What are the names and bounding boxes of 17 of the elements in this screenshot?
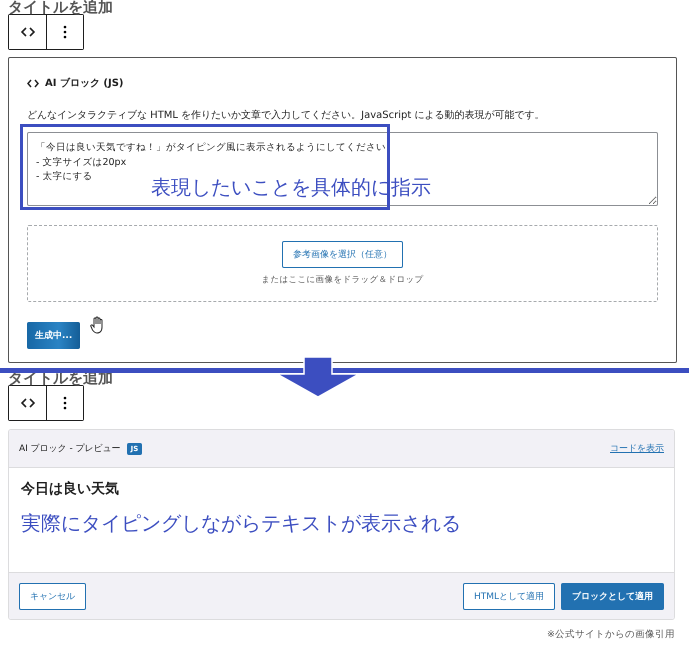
show-code-link[interactable]: コードを表示 (610, 442, 664, 455)
select-image-button[interactable]: 参考画像を選択（任意） (282, 241, 403, 268)
more-icon[interactable] (46, 15, 83, 49)
preview-heading: AI ブロック - プレビュー (19, 442, 121, 455)
drop-hint: またはここに画像をドラッグ＆ドロップ (262, 274, 424, 286)
preview-output: 今日は良い天気 (21, 480, 120, 498)
code-icon (27, 78, 39, 88)
more-icon[interactable] (46, 386, 83, 420)
action-button[interactable]: ブロックとして適用 (561, 582, 664, 610)
action-button[interactable]: HTMLとして適用 (462, 582, 555, 610)
description: どんなインタラクティブな HTML を作りたいか文章で入力してください。JavaScript による動的表現が可能です。 (27, 108, 546, 122)
footnote: ※公式サイトからの画像引用 (546, 628, 675, 641)
drop-zone[interactable]: 参考画像を選択（任意） またはここに画像をドラッグ＆ドロップ (27, 225, 658, 302)
block-heading: AI ブロック (JS) (45, 76, 124, 90)
generate-button[interactable]: 生成中... (27, 322, 80, 349)
action-button[interactable]: キャンセル (19, 582, 86, 610)
annotation: 実際にタイピングしながらテキストが表示される (21, 510, 462, 537)
